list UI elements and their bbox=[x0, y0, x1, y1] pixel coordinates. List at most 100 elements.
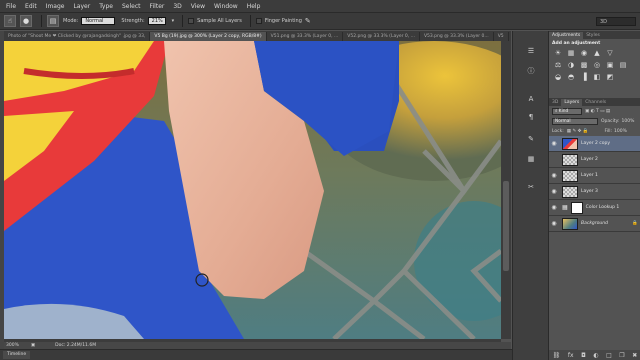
menu-layer[interactable]: Layer bbox=[73, 3, 90, 10]
doc-tab[interactable]: V53.png @ 33.3% (Layer 0... bbox=[420, 32, 494, 41]
doc-tab[interactable]: V5 bbox=[494, 32, 509, 41]
layer-name[interactable]: Layer 2 bbox=[581, 157, 598, 162]
doc-tab-active[interactable]: V5 Bg (19).jpg @ 300% (Layer 2 copy, RGB… bbox=[150, 32, 267, 41]
fill-field[interactable]: 100% bbox=[614, 129, 627, 134]
tab-layers[interactable]: Layers bbox=[561, 99, 583, 106]
layer-row[interactable]: ◉ Layer 3 bbox=[549, 184, 640, 200]
new-group-icon[interactable]: □ bbox=[606, 352, 612, 359]
character-icon[interactable]: A bbox=[525, 93, 537, 105]
smudge-tool-icon[interactable]: ☝ bbox=[4, 15, 16, 27]
document-canvas[interactable] bbox=[4, 41, 501, 339]
layer-name[interactable]: Layer 2 copy bbox=[581, 141, 610, 146]
layer-name[interactable]: Layer 3 bbox=[581, 189, 598, 194]
status-bar: 300% ▣ Doc: 2.24M/11.6M bbox=[4, 342, 511, 349]
threshold-icon[interactable]: ▐ bbox=[579, 72, 589, 81]
pressure-icon[interactable]: ✎ bbox=[305, 17, 311, 25]
doc-tab[interactable]: V52.png @ 33.3% (Layer 0, ... bbox=[343, 32, 420, 41]
brush-icon[interactable]: ✎ bbox=[525, 133, 537, 145]
delete-layer-icon[interactable]: ✖ bbox=[632, 352, 637, 359]
tools-icon[interactable]: ✂ bbox=[525, 181, 537, 193]
strength-field[interactable]: 21% bbox=[147, 17, 166, 25]
exposure-icon[interactable]: ▲ bbox=[592, 48, 602, 57]
layer-row[interactable]: ◉ Background 🔒 bbox=[549, 216, 640, 232]
gradient-map-icon[interactable]: ◧ bbox=[592, 72, 602, 81]
tab-adjustments[interactable]: Adjustments bbox=[549, 32, 584, 39]
menu-edit[interactable]: Edit bbox=[25, 3, 37, 10]
fx-icon[interactable]: fx bbox=[568, 352, 574, 359]
status-menu-icon[interactable]: ▣ bbox=[31, 343, 35, 348]
add-mask-icon[interactable]: ◘ bbox=[581, 352, 586, 359]
doc-tab[interactable]: V51.png @ 33.3% (Layer 0, ... bbox=[267, 32, 344, 41]
menu-3d[interactable]: 3D bbox=[173, 3, 181, 10]
layer-name[interactable]: Color Lookup 1 bbox=[586, 205, 620, 210]
scroll-thumb[interactable] bbox=[503, 181, 509, 271]
eye-icon[interactable]: ◉ bbox=[549, 188, 559, 195]
menu-image[interactable]: Image bbox=[46, 3, 65, 10]
eye-icon[interactable]: ◉ bbox=[549, 172, 559, 179]
menu-select[interactable]: Select bbox=[122, 3, 141, 10]
doc-tab[interactable]: Photo of "Shoot Me ❤ Clicked by @rajanga… bbox=[4, 32, 151, 41]
black-white-icon[interactable]: ▩ bbox=[579, 60, 589, 69]
layer-name[interactable]: Layer 1 bbox=[581, 173, 598, 178]
layer-row[interactable]: ◉ Layer 2 copy bbox=[549, 136, 640, 152]
menu-window[interactable]: Window bbox=[214, 3, 238, 10]
blend-mode-select[interactable]: Normal bbox=[552, 117, 598, 125]
tab-channels[interactable]: Channels bbox=[582, 99, 609, 106]
paragraph-icon[interactable]: ¶ bbox=[525, 111, 537, 123]
sample-all-layers-checkbox[interactable] bbox=[188, 18, 195, 24]
properties-icon[interactable]: ⓘ bbox=[525, 65, 537, 77]
color-lookup-icon[interactable]: ▤ bbox=[618, 60, 628, 69]
eye-icon[interactable]: ◉ bbox=[549, 220, 559, 227]
brush-preset-icon[interactable]: ● bbox=[20, 15, 32, 27]
photo-image bbox=[4, 41, 501, 339]
posterize-icon[interactable]: ◓ bbox=[566, 72, 576, 81]
layer-row[interactable]: ◉ ▦ Color Lookup 1 bbox=[549, 200, 640, 216]
menu-file[interactable]: File bbox=[6, 3, 16, 10]
eye-icon[interactable]: ◉ bbox=[549, 140, 559, 147]
photo-filter-icon[interactable]: ◎ bbox=[592, 60, 602, 69]
kind-filter-select[interactable]: ⌕ Kind bbox=[552, 107, 582, 115]
layer-row[interactable]: ◉ Layer 1 bbox=[549, 168, 640, 184]
mode-select[interactable]: Normal bbox=[81, 17, 116, 25]
menu-view[interactable]: View bbox=[191, 3, 205, 10]
clone-source-icon[interactable]: ▦ bbox=[525, 153, 537, 165]
filter-pixel-icon[interactable]: ▣ ◐ T ▭ ▤ bbox=[585, 109, 610, 114]
eye-icon[interactable]: ◉ bbox=[549, 204, 559, 211]
zoom-level[interactable]: 300% bbox=[6, 343, 19, 348]
levels-icon[interactable]: ▦ bbox=[566, 48, 576, 57]
channel-mixer-icon[interactable]: ▣ bbox=[605, 60, 615, 69]
history-icon[interactable]: ☰ bbox=[525, 45, 537, 57]
menu-bar: File Edit Image Layer Type Select Filter… bbox=[0, 0, 640, 12]
menu-filter[interactable]: Filter bbox=[150, 3, 165, 10]
brush-panel-icon[interactable]: ▤ bbox=[47, 15, 59, 27]
new-layer-icon[interactable]: ❐ bbox=[619, 352, 624, 359]
hue-saturation-icon[interactable]: ⚖ bbox=[553, 60, 563, 69]
finger-painting-checkbox[interactable] bbox=[255, 18, 262, 24]
adjustment-layer-icon: ▦ bbox=[562, 204, 568, 211]
curves-icon[interactable]: ◉ bbox=[579, 48, 589, 57]
tab-3d[interactable]: 3D bbox=[549, 99, 561, 106]
invert-icon[interactable]: ◒ bbox=[553, 72, 563, 81]
selective-color-icon[interactable]: ◩ bbox=[605, 72, 615, 81]
vibrance-icon[interactable]: ▽ bbox=[605, 48, 615, 57]
eye-icon[interactable]: ◉ bbox=[549, 156, 559, 163]
timeline-tab[interactable]: Timeline bbox=[3, 351, 31, 359]
vertical-scrollbar[interactable] bbox=[501, 41, 511, 339]
workspace-select[interactable]: 3D bbox=[596, 17, 636, 26]
brightness-icon[interactable]: ☀ bbox=[553, 48, 563, 57]
link-layers-icon[interactable]: ⛓ bbox=[553, 352, 561, 359]
options-bar: ☝ ● ▤ Mode: Normal Strength: 21% ▾ Sampl… bbox=[0, 12, 640, 30]
tab-styles[interactable]: Styles bbox=[583, 32, 603, 39]
lock-icons[interactable]: ▦ ✎ ✥ 🔒 bbox=[567, 129, 589, 134]
new-adjustment-icon[interactable]: ◐ bbox=[593, 352, 598, 359]
layer-filter-row: ⌕ Kind ▣ ◐ T ▭ ▤ bbox=[549, 106, 640, 116]
timeline-bar: Timeline bbox=[0, 349, 512, 360]
menu-type[interactable]: Type bbox=[99, 3, 113, 10]
opacity-field[interactable]: 100% bbox=[622, 119, 635, 124]
chevron-down-icon[interactable]: ▾ bbox=[172, 18, 175, 24]
layer-mask-thumbnail bbox=[570, 201, 583, 214]
menu-help[interactable]: Help bbox=[247, 3, 261, 10]
layer-row[interactable]: ◉ Layer 2 bbox=[549, 152, 640, 168]
layer-name[interactable]: Background bbox=[581, 221, 608, 226]
color-balance-icon[interactable]: ◑ bbox=[566, 60, 576, 69]
